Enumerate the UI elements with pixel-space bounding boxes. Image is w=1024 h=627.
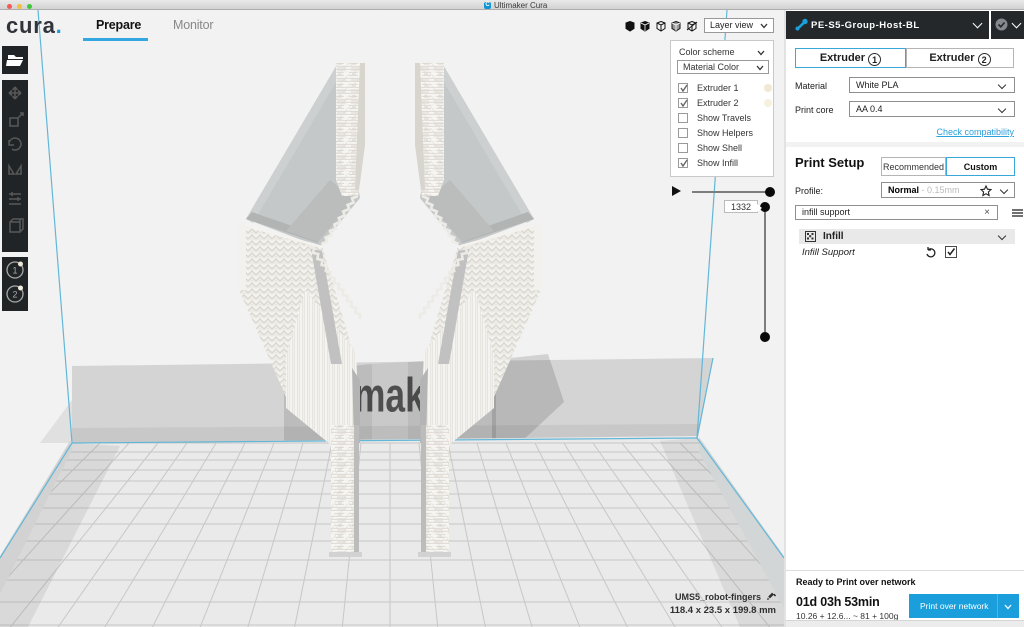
svg-text:1: 1 bbox=[12, 266, 17, 276]
svg-text:2: 2 bbox=[12, 290, 17, 300]
